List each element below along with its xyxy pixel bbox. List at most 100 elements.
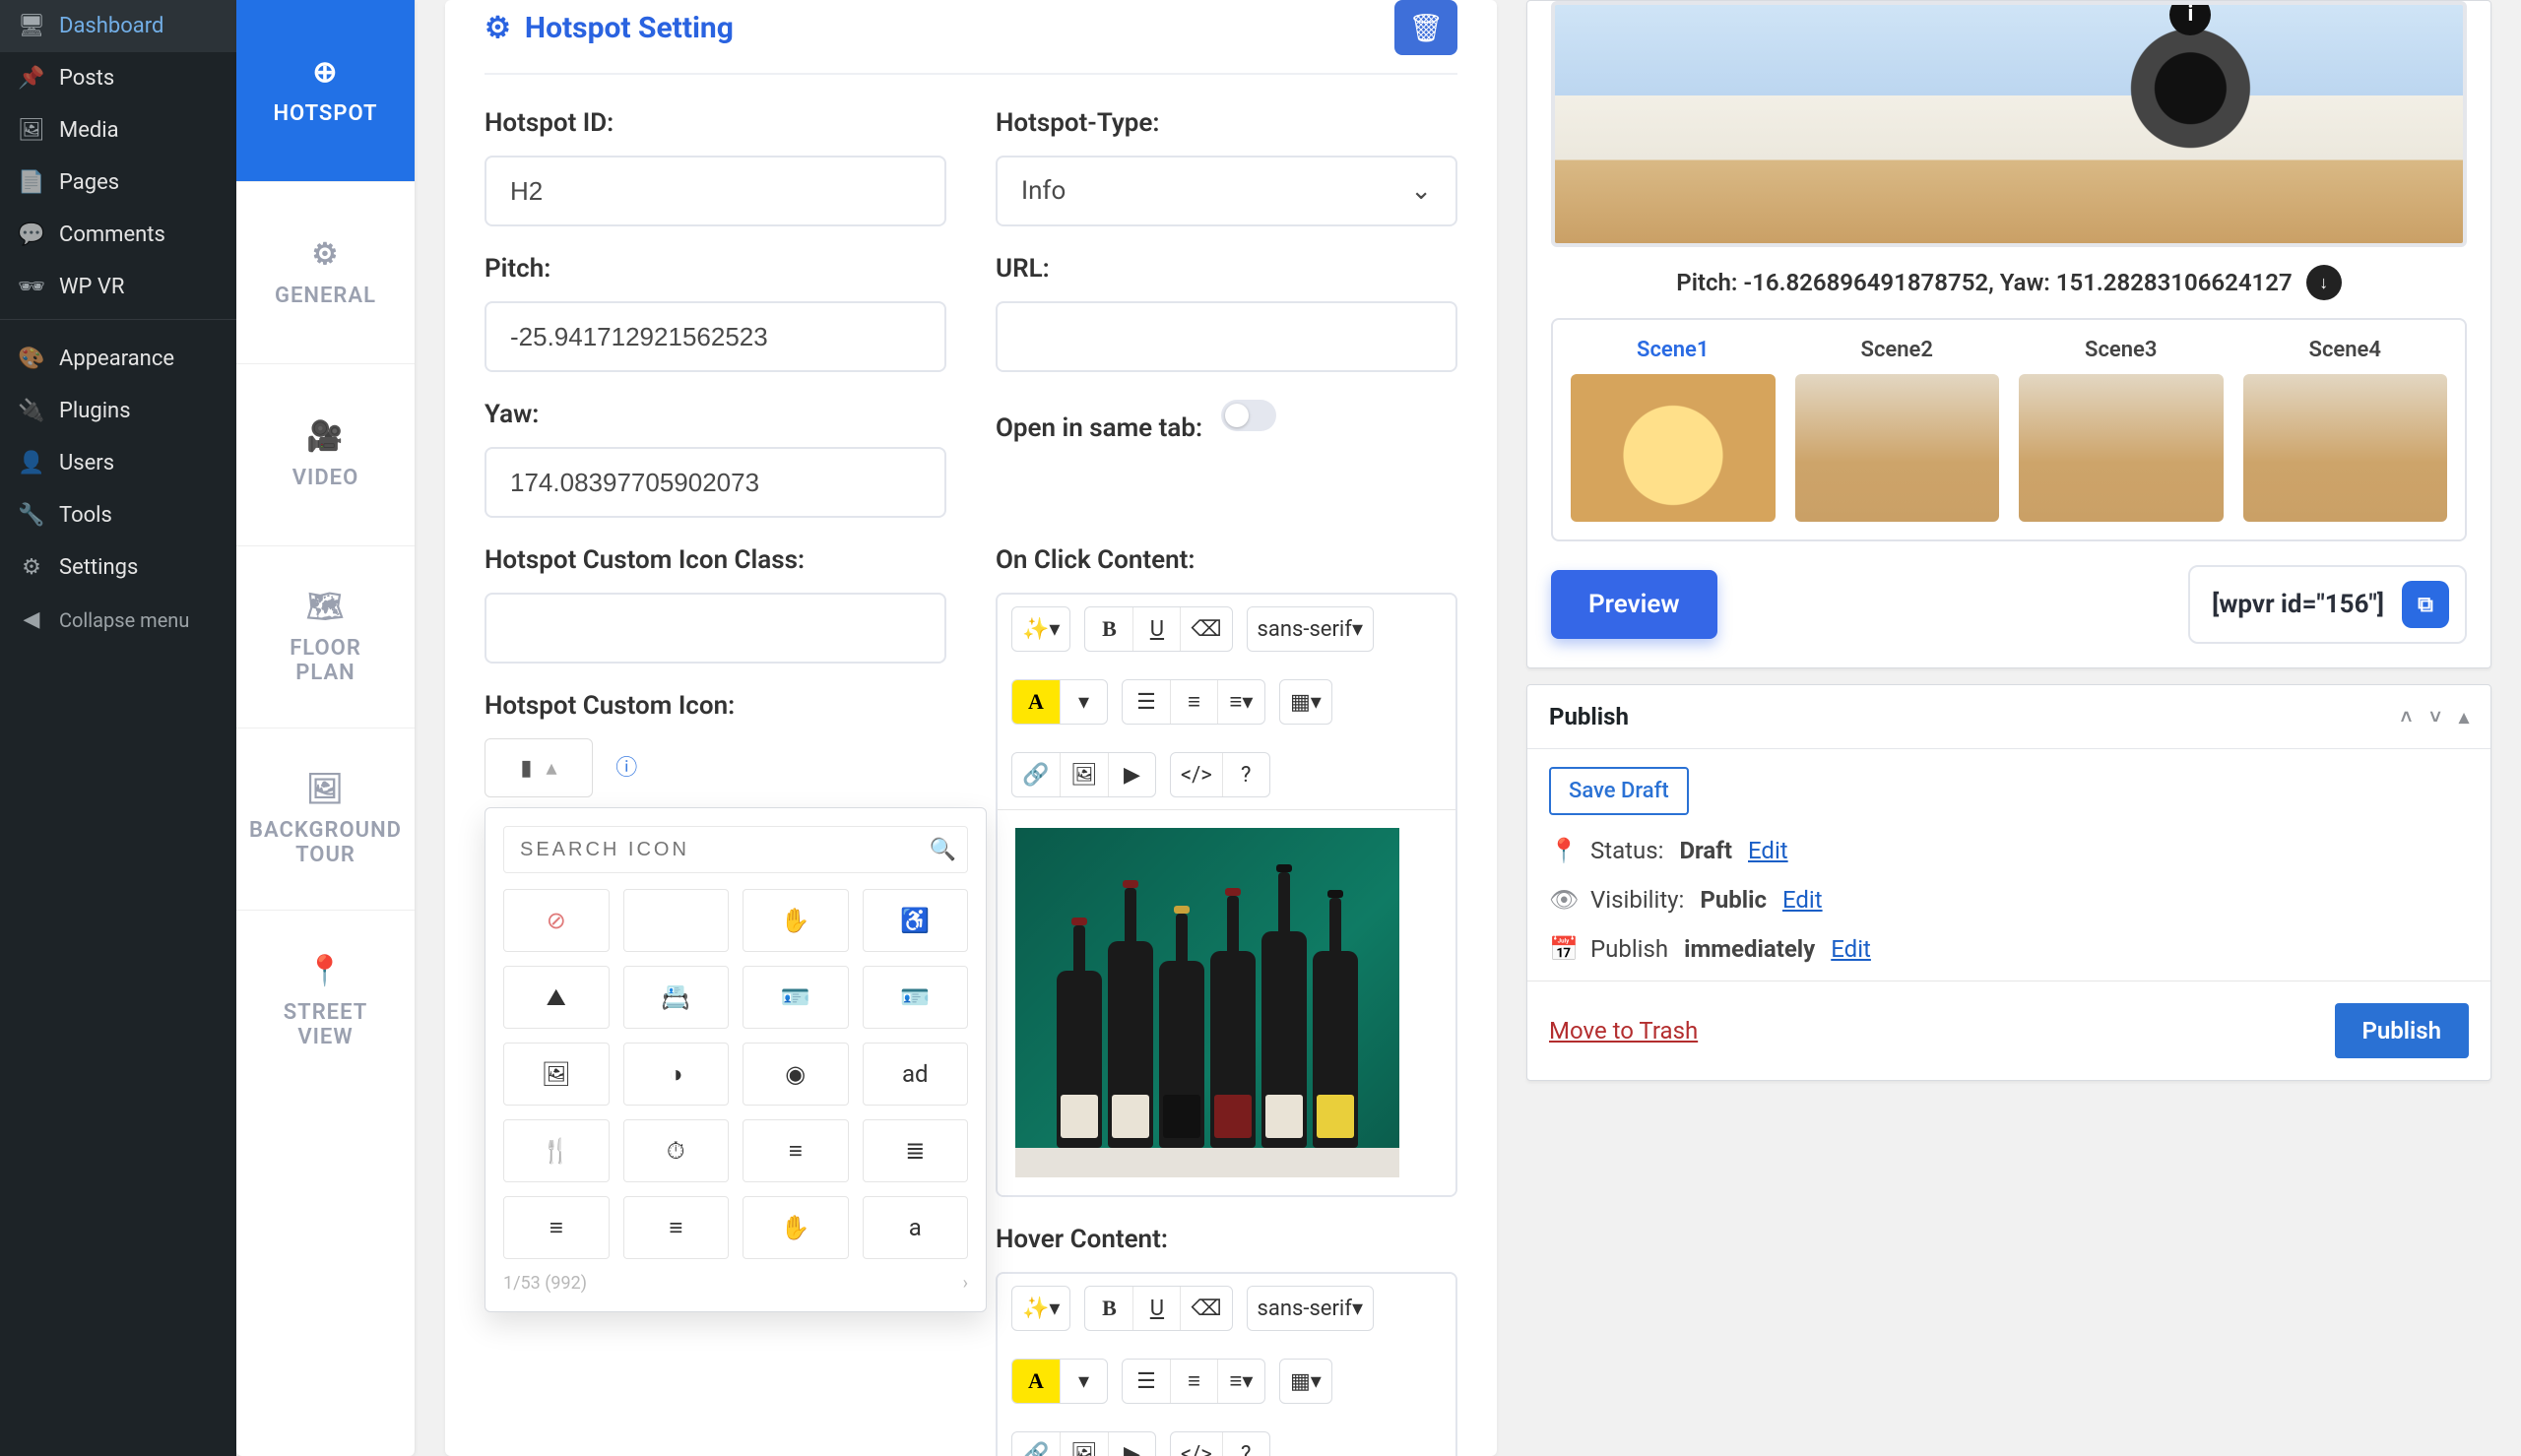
- scene-thumb-2[interactable]: Scene2: [1795, 338, 2000, 522]
- table-button[interactable]: ▦▾: [1280, 680, 1331, 724]
- icon-ad[interactable]: ad: [863, 1043, 969, 1106]
- wand-icon[interactable]: ✨▾: [1012, 1287, 1069, 1330]
- scene-thumb-1[interactable]: Scene1: [1571, 338, 1776, 522]
- sidebar-item-pages[interactable]: 📄 Pages: [0, 157, 236, 209]
- tab-street-view[interactable]: 📍 STREET VIEW: [236, 911, 415, 1093]
- ol-button[interactable]: ≡: [1170, 680, 1217, 724]
- yaw-input[interactable]: [485, 447, 946, 518]
- save-draft-button[interactable]: Save Draft: [1549, 767, 1689, 815]
- code-button[interactable]: </>: [1171, 753, 1222, 796]
- tab-hotspot[interactable]: ⊕ HOTSPOT: [236, 0, 415, 182]
- sidebar-item-appearance[interactable]: 🎨 Appearance: [0, 333, 236, 385]
- icon-blank[interactable]: [623, 889, 730, 952]
- highlight-menu[interactable]: ▾: [1060, 680, 1107, 724]
- ul-button[interactable]: ☰: [1123, 680, 1170, 724]
- move-to-trash-link[interactable]: Move to Trash: [1549, 1017, 1698, 1045]
- hotspot-type-select[interactable]: Info ⌄: [996, 156, 1457, 226]
- icon-adjust[interactable]: ◑: [623, 1043, 730, 1106]
- icon-mountain[interactable]: ⛰: [503, 966, 610, 1029]
- link-button[interactable]: 🔗: [1012, 753, 1060, 796]
- code-button[interactable]: </>: [1171, 1432, 1222, 1456]
- sidebar-item-comments[interactable]: 💬 Comments: [0, 209, 236, 261]
- url-input[interactable]: [996, 301, 1457, 372]
- icon-align-center[interactable]: ≡: [743, 1119, 849, 1182]
- copy-shortcode-button[interactable]: ⧉: [2402, 581, 2449, 628]
- same-tab-toggle[interactable]: [1221, 400, 1276, 431]
- collapse-menu[interactable]: ◀ Collapse menu: [0, 594, 236, 646]
- bold-button[interactable]: B: [1085, 1287, 1132, 1330]
- underline-button[interactable]: U: [1132, 607, 1180, 651]
- sidebar-item-users[interactable]: 👤 Users: [0, 437, 236, 489]
- sidebar-item-tools[interactable]: 🔧 Tools: [0, 489, 236, 541]
- info-icon[interactable]: ⓘ: [615, 756, 637, 781]
- help-button[interactable]: ?: [1222, 1432, 1269, 1456]
- sidebar-item-media[interactable]: 🖼 Media: [0, 104, 236, 157]
- font-family-select[interactable]: sans-serif ▾: [1248, 1287, 1373, 1330]
- icon-picker-toggle[interactable]: ▮ ▴: [485, 738, 593, 797]
- edit-visibility-link[interactable]: Edit: [1782, 886, 1823, 914]
- ol-button[interactable]: ≡: [1170, 1360, 1217, 1403]
- ul-button[interactable]: ☰: [1123, 1360, 1170, 1403]
- wand-icon[interactable]: ✨▾: [1012, 607, 1069, 651]
- font-family-select[interactable]: sans-serif ▾: [1248, 607, 1373, 651]
- video-button[interactable]: ▶: [1108, 1432, 1155, 1456]
- tab-background-tour[interactable]: 🖼 BACKGROUND TOUR: [236, 728, 415, 911]
- icon-none[interactable]: ⊘: [503, 889, 610, 952]
- pager-next[interactable]: ›: [963, 1273, 968, 1294]
- sidebar-item-plugins[interactable]: 🔌 Plugins: [0, 385, 236, 437]
- panel-up-button[interactable]: ˄: [2401, 705, 2413, 729]
- help-button[interactable]: ?: [1222, 753, 1269, 796]
- eraser-button[interactable]: ⌫: [1180, 607, 1231, 651]
- sidebar-item-wpvr[interactable]: 🕶 WP VR: [0, 261, 236, 313]
- scene-thumb-3[interactable]: Scene3: [2019, 338, 2224, 522]
- tab-general[interactable]: ⚙ GENERAL: [236, 182, 415, 364]
- image-button[interactable]: 🖼: [1060, 1432, 1108, 1456]
- highlight-button[interactable]: A: [1012, 1360, 1060, 1403]
- icon-target[interactable]: ◉: [743, 1043, 849, 1106]
- icon-image[interactable]: 🖼: [503, 1043, 610, 1106]
- image-button[interactable]: 🖼: [1060, 753, 1108, 796]
- delete-hotspot-button[interactable]: 🗑: [1394, 0, 1457, 55]
- preview-button[interactable]: Preview: [1551, 570, 1717, 639]
- align-button[interactable]: ≡▾: [1217, 1360, 1264, 1403]
- eraser-button[interactable]: ⌫: [1180, 1287, 1231, 1330]
- download-coords-button[interactable]: ↓: [2306, 265, 2342, 300]
- bold-button[interactable]: B: [1085, 607, 1132, 651]
- hotspot-id-input[interactable]: [485, 156, 946, 226]
- icon-hand-stop[interactable]: ✋: [743, 1196, 849, 1259]
- highlight-menu[interactable]: ▾: [1060, 1360, 1107, 1403]
- tab-floor-plan[interactable]: 🗺 FLOOR PLAN: [236, 546, 415, 728]
- sidebar-item-dashboard[interactable]: 🖥 Dashboard: [0, 0, 236, 52]
- panorama-preview[interactable]: i: [1551, 1, 2467, 247]
- align-button[interactable]: ≡▾: [1217, 680, 1264, 724]
- editor-canvas[interactable]: [998, 810, 1455, 1195]
- video-button[interactable]: ▶: [1108, 753, 1155, 796]
- table-button[interactable]: ▦▾: [1280, 1360, 1331, 1403]
- underline-button[interactable]: U: [1132, 1287, 1180, 1330]
- icon-address-book[interactable]: 📇: [623, 966, 730, 1029]
- sidebar-item-settings[interactable]: ⚙ Settings: [0, 541, 236, 594]
- icon-align-left[interactable]: ≡: [503, 1196, 610, 1259]
- tab-video[interactable]: 🎥 VIDEO: [236, 364, 415, 546]
- icon-amazon[interactable]: a: [863, 1196, 969, 1259]
- pitch-input[interactable]: [485, 301, 946, 372]
- panel-collapse-button[interactable]: ▴: [2459, 705, 2469, 729]
- icon-contact-card[interactable]: 🪪: [863, 966, 969, 1029]
- hotspot-marker-icon[interactable]: i: [2169, 1, 2211, 35]
- panel-down-button[interactable]: ˅: [2429, 705, 2441, 729]
- icon-accessible[interactable]: ♿: [863, 889, 969, 952]
- icon-search-input[interactable]: [503, 826, 968, 873]
- scene-thumb-4[interactable]: Scene4: [2243, 338, 2448, 522]
- icon-align-right[interactable]: ≡: [623, 1196, 730, 1259]
- icon-id-card[interactable]: 🪪: [743, 966, 849, 1029]
- edit-schedule-link[interactable]: Edit: [1831, 935, 1871, 963]
- icon-utensils[interactable]: 🍴: [503, 1119, 610, 1182]
- icon-stopwatch[interactable]: ⏱: [623, 1119, 730, 1182]
- highlight-button[interactable]: A: [1012, 680, 1060, 724]
- icon-align-justify[interactable]: ≣: [863, 1119, 969, 1182]
- publish-button[interactable]: Publish: [2335, 1003, 2470, 1058]
- sidebar-item-posts[interactable]: 📌 Posts: [0, 52, 236, 104]
- link-button[interactable]: 🔗: [1012, 1432, 1060, 1456]
- icon-class-input[interactable]: [485, 593, 946, 664]
- edit-status-link[interactable]: Edit: [1748, 837, 1788, 864]
